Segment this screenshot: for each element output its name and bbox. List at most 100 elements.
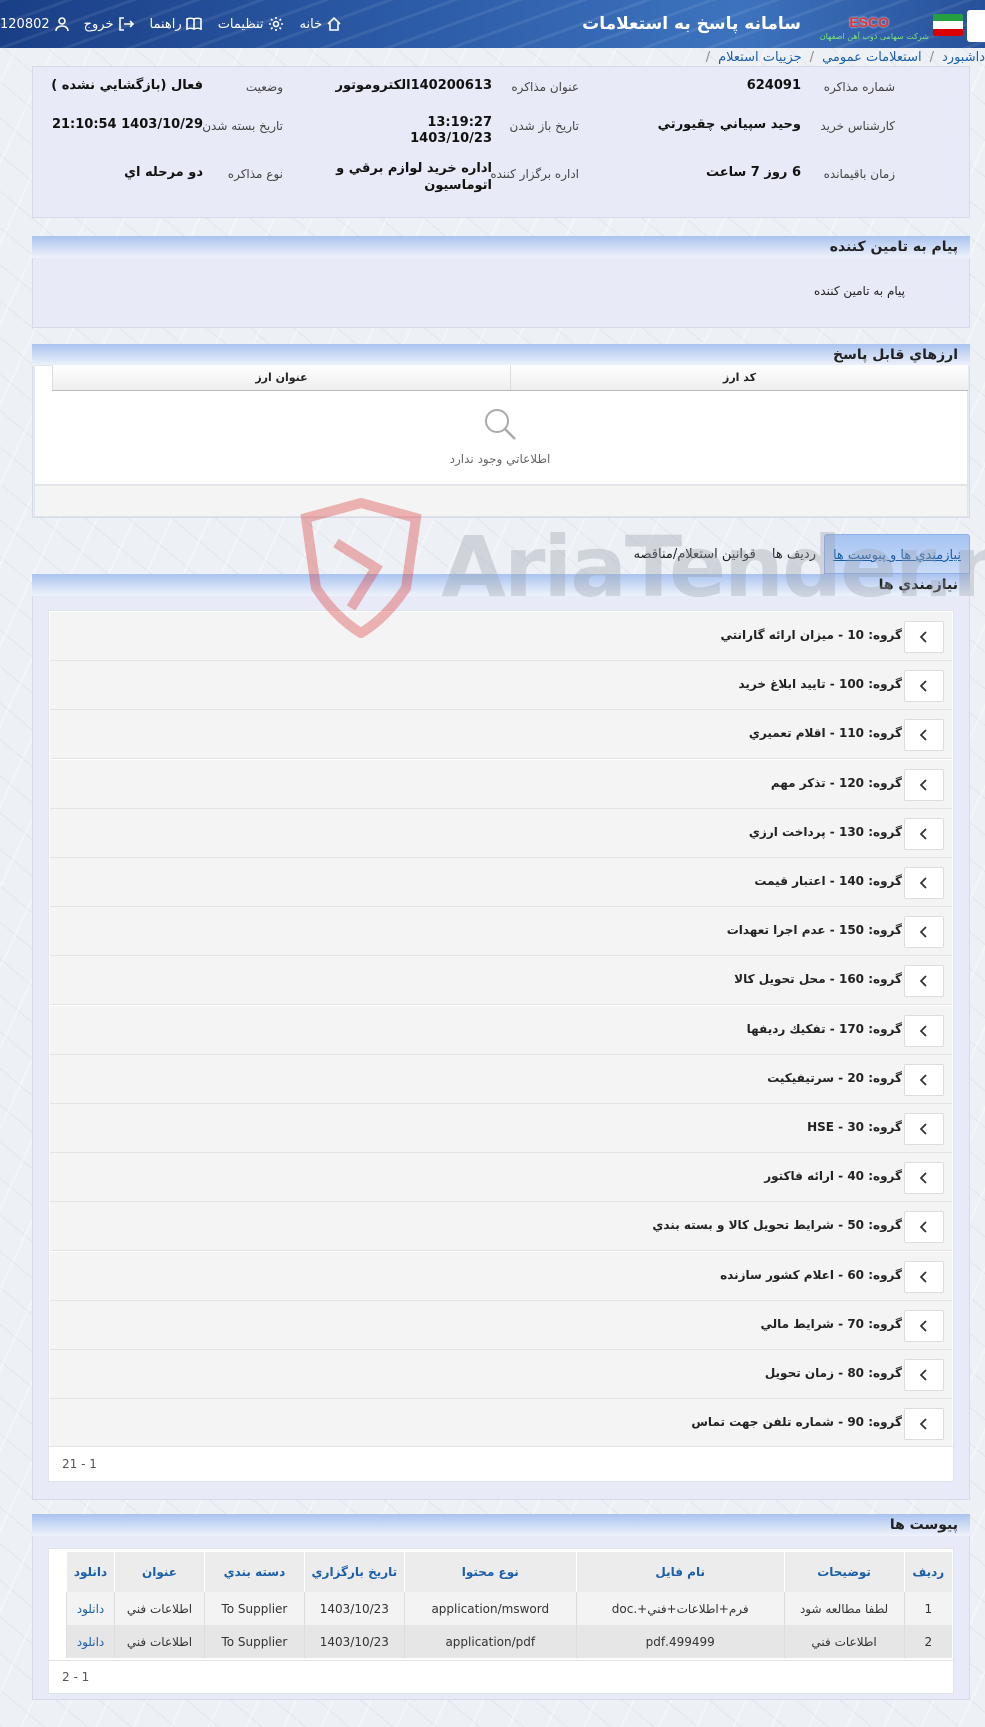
requirement-group-row[interactable]: گروه: 10 - ميزان ارائه گارانتي (50, 612, 952, 661)
tab-rules[interactable]: قوانين استعلام/مناقصه (626, 547, 764, 562)
col-download[interactable]: دانلود (65, 1552, 115, 1592)
download-link[interactable]: دانلود (77, 1635, 105, 1649)
chevron-left-icon (919, 1024, 927, 1037)
requirement-group-row[interactable]: گروه: 40 - ارائه فاکتور (50, 1153, 952, 1203)
cell-title: اطلاعات فني (114, 1592, 205, 1625)
buyer-value: وحيد سپياني چقيورتي (657, 117, 801, 132)
download-link[interactable]: دانلود (77, 1602, 105, 1616)
close-date-value: 1403/10/29 21:10:54 (51, 117, 203, 132)
chevron-left-icon (919, 631, 927, 643)
col-row[interactable]: رديف (903, 1552, 952, 1592)
col-currency-title[interactable]: عنوان ارز (52, 365, 510, 390)
col-file-name[interactable]: نام فايل (575, 1552, 785, 1592)
requirement-group-title: گروه: 40 - ارائه فاکتور (764, 1169, 902, 1184)
breadcrumb-dashboard[interactable]: داشبورد (942, 50, 985, 65)
requirement-group-title: گروه: 110 - اقلام تعميري (748, 726, 902, 741)
chevron-left-icon (919, 877, 927, 889)
requirement-group-row[interactable]: گروه: 90 - شماره تلفن جهت تماس (50, 1399, 952, 1449)
home-button[interactable]: خانه (300, 16, 343, 32)
requirement-group-row[interactable]: گروه: 130 - پرداخت ارزي (50, 808, 952, 858)
status-value: فعال (بازگشايي نشده ) (51, 78, 203, 93)
cell-download: دانلود (65, 1592, 115, 1625)
attachments-header-row: رديف توضيحات نام فايل نوع محتوا تاريخ با… (65, 1552, 952, 1592)
expand-chevron-button[interactable] (904, 1260, 944, 1293)
help-label: راهنما (149, 16, 182, 32)
requirement-group-row[interactable]: گروه: 50 - شرايط تحويل کالا و بسته بندي (50, 1202, 952, 1252)
currencies-empty-text: اطلاعاتي وجود ندارد (449, 452, 551, 466)
help-button[interactable]: راهنما (150, 16, 202, 32)
breadcrumb-separator: / (929, 49, 934, 65)
table-row: 1 لطفا مطالعه شود فرم+اطلاعات+فني+.doc a… (65, 1592, 952, 1625)
expand-chevron-button[interactable] (904, 1162, 944, 1195)
remaining-value: 6 روز 7 ساعت (705, 165, 801, 180)
breadcrumb-inquiry-details[interactable]: جزييات استعلام (718, 50, 802, 65)
cell-description: لطفا مطالعه شود (783, 1592, 905, 1625)
expand-chevron-button[interactable] (904, 768, 944, 801)
requirement-group-row[interactable]: گروه: 170 - تفکيك رديفها (50, 1005, 952, 1055)
expand-chevron-button[interactable] (904, 965, 944, 998)
requirement-group-row[interactable]: گروه: 20 - سرتيفيکيت (50, 1054, 952, 1104)
col-description[interactable]: توضيحات (783, 1552, 905, 1592)
chevron-left-icon (919, 729, 927, 742)
requirement-group-row[interactable]: گروه: 140 - اعتبار قيمت (50, 858, 952, 907)
breadcrumb-public-inquiries[interactable]: استعلامات عمومي (822, 50, 922, 65)
organizer-value-line1: اداره خريد لوازم برقي و (336, 161, 492, 176)
negotiation-number-label: شماره مذاکره (823, 80, 895, 94)
chevron-left-icon (919, 1074, 927, 1086)
expand-chevron-button[interactable] (904, 1408, 944, 1441)
requirement-group-row[interactable]: گروه: 100 - تاييد ابلاغ خريد (50, 661, 952, 711)
type-label: نوع مذاکره (227, 167, 283, 181)
expand-chevron-button[interactable] (904, 916, 944, 949)
logout-button[interactable]: خروج (84, 16, 134, 32)
organizer-label: اداره برگزار کننده (490, 167, 579, 181)
expand-chevron-button[interactable] (904, 817, 944, 850)
requirement-group-title: گروه: 50 - شرايط تحويل کالا و بسته بندي (652, 1218, 902, 1233)
expand-chevron-button[interactable] (904, 1211, 944, 1244)
cell-file-name: فرم+اطلاعات+فني+.doc (575, 1592, 785, 1625)
table-row: 2 اطلاعات فني 499499.pdf application/pdf… (65, 1625, 952, 1658)
type-value: دو مرحله اي (124, 165, 203, 180)
expand-chevron-button[interactable] (904, 719, 944, 752)
requirement-group-title: گروه: 120 - تذکر مهم (770, 775, 902, 790)
chevron-left-icon (919, 1270, 927, 1283)
requirement-group-row[interactable]: گروه: 150 - عدم اجرا تعهدات (50, 907, 952, 957)
requirement-group-row[interactable]: گروه: 30 - HSE (50, 1104, 952, 1153)
tab-requirements-attachments[interactable]: نيازمندي ها و پيوست ها (823, 534, 970, 574)
requirement-group-row[interactable]: گروه: 70 - شرايط مالي (50, 1300, 952, 1350)
requirement-group-row[interactable]: گروه: 160 - محل تحويل کالا (50, 956, 952, 1006)
chevron-left-icon (919, 778, 927, 791)
requirement-group-title: گروه: 60 - اعلام کشور سازنده (720, 1267, 902, 1282)
cell-category: To Supplier (203, 1592, 305, 1625)
col-content-type[interactable]: نوع محتوا (403, 1552, 577, 1592)
expand-chevron-button[interactable] (904, 867, 944, 899)
emblem-icon (967, 10, 985, 42)
requirement-group-title: گروه: 140 - اعتبار قيمت (754, 874, 902, 888)
expand-chevron-button[interactable] (904, 621, 944, 653)
requirement-group-row[interactable]: گروه: 120 - تذکر مهم (50, 759, 952, 809)
expand-chevron-button[interactable] (904, 1113, 944, 1145)
chevron-left-icon (919, 1221, 927, 1234)
supplier-message-heading: پيام به تامين کننده (32, 236, 970, 258)
logout-label: خروج (83, 16, 114, 32)
expand-chevron-button[interactable] (904, 1309, 944, 1342)
expand-chevron-button[interactable] (904, 1359, 944, 1391)
col-upload-date[interactable]: تاريخ بارگزاري (303, 1552, 405, 1592)
expand-chevron-button[interactable] (904, 670, 944, 703)
col-currency-code[interactable]: کد ارز (510, 365, 968, 390)
chevron-left-icon (919, 1369, 927, 1381)
settings-button[interactable]: تنظيمات (218, 16, 284, 32)
expand-chevron-button[interactable] (904, 1014, 944, 1047)
col-title[interactable]: عنوان (114, 1552, 205, 1592)
status-label: وضعيت (245, 80, 283, 94)
attachments-pager: 2 - 1 (62, 1670, 90, 1684)
user-id[interactable]: 120802 (0, 16, 70, 32)
requirement-group-row[interactable]: گروه: 60 - اعلام کشور سازنده (50, 1251, 952, 1301)
requirement-group-row[interactable]: گروه: 80 - زمان تحويل (50, 1350, 952, 1399)
requirement-group-row[interactable]: گروه: 110 - اقلام تعميري (50, 710, 952, 760)
col-category[interactable]: دسته بندي (203, 1552, 305, 1592)
chevron-left-icon (919, 1418, 927, 1430)
esco-subtitle: شرکت سهامی ذوب آهن اصفهان (819, 32, 929, 41)
cell-row: 2 (903, 1625, 952, 1658)
expand-chevron-button[interactable] (904, 1063, 944, 1096)
tab-rows[interactable]: رديف ها (764, 547, 824, 562)
